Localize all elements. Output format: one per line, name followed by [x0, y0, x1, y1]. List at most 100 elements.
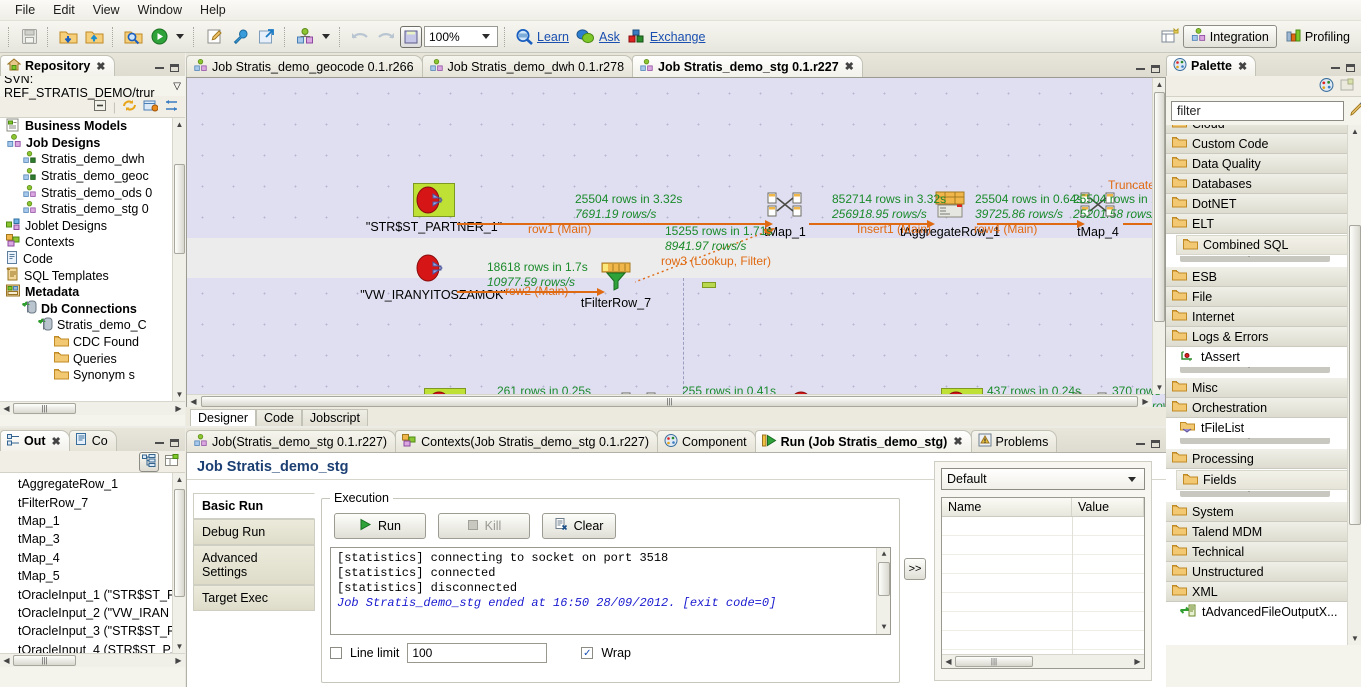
diagram-node[interactable]: "STR$ST_PARTNER_1": [366, 183, 502, 234]
table-row[interactable]: [942, 536, 1144, 555]
close-icon[interactable]: ✖: [1238, 60, 1247, 73]
job-dropdown-caret[interactable]: [322, 34, 330, 39]
table-view-icon[interactable]: [165, 453, 179, 470]
repository-tree-item[interactable]: Job Designs: [0, 134, 185, 152]
bottom-tab[interactable]: Run (Job Stratis_demo_stg) ✖: [754, 430, 972, 452]
scroll-up-icon[interactable]: ▲: [1153, 78, 1165, 91]
job-design-canvas[interactable]: "STR$ST_PARTNER_1" "VW_IRANYITOSZAMOK" tFi…: [186, 77, 1166, 407]
repository-hscrollbar[interactable]: ◀ ||| ▶: [0, 401, 185, 415]
palette-category[interactable]: Cloud: [1166, 125, 1361, 134]
connection-label[interactable]: row2 (Main): [505, 284, 568, 298]
clear-button[interactable]: Clear: [542, 513, 616, 539]
console-output[interactable]: [statistics] connecting to socket on por…: [330, 547, 891, 635]
repository-tree-item[interactable]: Stratis_demo_C: [0, 317, 185, 334]
palette-category[interactable]: XML«: [1166, 582, 1361, 602]
repository-tree-item[interactable]: SQL Templates: [0, 267, 185, 284]
bottom-tab[interactable]: Problems: [970, 430, 1058, 452]
close-icon[interactable]: ✖: [845, 60, 854, 73]
scroll-thumb[interactable]: [174, 489, 185, 597]
scroll-thumb[interactable]: |||: [201, 395, 1138, 407]
run-dropdown-caret[interactable]: [176, 34, 184, 39]
scroll-down-icon[interactable]: ▼: [173, 640, 185, 653]
palette-category[interactable]: Data Quality: [1166, 154, 1361, 174]
svn-branch-row[interactable]: SVN: REF_STRATIS_DEMO/trur ▽: [0, 72, 185, 100]
chevron-down-icon[interactable]: ▽: [173, 81, 181, 92]
palette-category[interactable]: Databases: [1166, 174, 1361, 194]
exchange-icon[interactable]: [626, 25, 648, 49]
outline-item[interactable]: tOracleInput_2 ("VW_IRAN: [0, 604, 185, 622]
scroll-up-icon[interactable]: ▲: [173, 473, 185, 486]
repository-tree-item[interactable]: CDC Found: [0, 334, 185, 351]
outline-item[interactable]: tMap_5: [0, 567, 185, 585]
save-icon[interactable]: [17, 25, 41, 49]
palette-item[interactable]: tAssert: [1166, 347, 1361, 367]
run-side-tab[interactable]: Advanced Settings: [193, 545, 315, 585]
outline-hscrollbar[interactable]: ◀ ||| ▶: [0, 653, 185, 667]
minimize-icon[interactable]: [1331, 67, 1340, 69]
run-side-tab[interactable]: Basic Run: [193, 493, 315, 519]
wrap-checkbox[interactable]: ✓: [581, 647, 594, 659]
context-table[interactable]: Name Value ◀ ||| ▶: [941, 497, 1145, 669]
outline-item[interactable]: tMap_1: [0, 512, 185, 530]
palette-subfolder[interactable]: Fields: [1176, 470, 1355, 490]
connection-label[interactable]: row1 (Main): [528, 222, 591, 236]
palette-category[interactable]: Logs & Errors«: [1166, 327, 1361, 347]
bottom-tab[interactable]: Job(Stratis_demo_stg 0.1.r227): [186, 430, 397, 452]
palette-category[interactable]: ESB: [1166, 267, 1361, 287]
bottom-tab[interactable]: Component: [657, 430, 756, 452]
outline-vscrollbar[interactable]: ▲ ▼: [172, 473, 185, 653]
table-row[interactable]: [942, 555, 1144, 574]
repository-tree[interactable]: Business Models Job Designs Stratis_demo_d…: [0, 118, 185, 401]
tab-palette[interactable]: Palette ✖: [1166, 55, 1257, 76]
exchange-link[interactable]: Exchange: [650, 30, 706, 44]
outline-item[interactable]: tOracleInput_1 ("STR$ST_P: [0, 585, 185, 603]
outline-item[interactable]: tOracleInput_3 ("STR$ST_P: [0, 622, 185, 640]
scroll-right-icon[interactable]: ▶: [1139, 397, 1152, 406]
scroll-up-icon[interactable]: ▲: [1348, 125, 1361, 138]
outline-tree[interactable]: tAggregateRow_1 tFilterRow_7 tMap_1 tMap_3 t…: [0, 473, 185, 653]
perspective-integration[interactable]: Integration: [1182, 25, 1277, 48]
repository-tree-item[interactable]: Synonym s: [0, 367, 185, 384]
editor-tab[interactable]: Job Stratis_demo_geocode 0.1.r266: [186, 55, 423, 77]
scroll-left-icon[interactable]: ◀: [942, 657, 955, 666]
menu-item-view[interactable]: View: [84, 1, 129, 19]
editor-tab[interactable]: Job Stratis_demo_stg 0.1.r227 ✖: [632, 55, 863, 77]
zoom-toggle-icon[interactable]: [400, 25, 422, 48]
editor-tab[interactable]: Job Stratis_demo_dwh 0.1.r278: [421, 55, 634, 77]
palette-category[interactable]: Custom Code: [1166, 134, 1361, 154]
scroll-thumb[interactable]: [174, 164, 185, 254]
menu-item-help[interactable]: Help: [191, 1, 235, 19]
import-icon[interactable]: [56, 25, 80, 49]
menu-item-file[interactable]: File: [6, 1, 44, 19]
menu-item-edit[interactable]: Edit: [44, 1, 84, 19]
learn-icon[interactable]: [513, 25, 535, 49]
ask-icon[interactable]: [575, 25, 597, 49]
wrench-icon[interactable]: [228, 25, 252, 49]
show-view-icon[interactable]: [143, 99, 159, 115]
scroll-thumb[interactable]: |||: [13, 655, 76, 666]
close-icon[interactable]: ✖: [953, 435, 962, 448]
table-row[interactable]: [942, 631, 1144, 650]
export-item-icon[interactable]: [254, 25, 278, 49]
outline-item[interactable]: tAggregateRow_1: [0, 475, 185, 493]
tab-code-viewer[interactable]: Co: [68, 430, 117, 451]
scroll-thumb[interactable]: [1349, 225, 1361, 525]
repository-tree-item[interactable]: Code: [0, 250, 185, 268]
minimize-icon[interactable]: [1136, 68, 1145, 70]
run-side-tab[interactable]: Debug Run: [193, 519, 315, 545]
palette-layout-icon[interactable]: [1340, 78, 1355, 95]
maximize-icon[interactable]: [170, 64, 179, 72]
maximize-icon[interactable]: [1151, 65, 1160, 73]
repository-tree-item[interactable]: Contexts: [0, 234, 185, 251]
connection-label[interactable]: row3 (Lookup, Filter): [661, 254, 771, 268]
maximize-icon[interactable]: [1151, 440, 1160, 448]
repository-tree-item[interactable]: Business Models: [0, 118, 185, 135]
outline-item[interactable]: tOracleInput_4 (STR$ST_P,: [0, 641, 185, 653]
scroll-down-icon[interactable]: ▼: [173, 388, 185, 401]
context-selector[interactable]: Default: [941, 468, 1145, 490]
scroll-right-icon[interactable]: ▶: [172, 656, 185, 665]
job-icon[interactable]: [293, 25, 317, 49]
repository-tree-item[interactable]: Queries: [0, 350, 185, 367]
palette-category[interactable]: ELT«: [1166, 214, 1361, 234]
refresh-icon[interactable]: [122, 99, 137, 115]
